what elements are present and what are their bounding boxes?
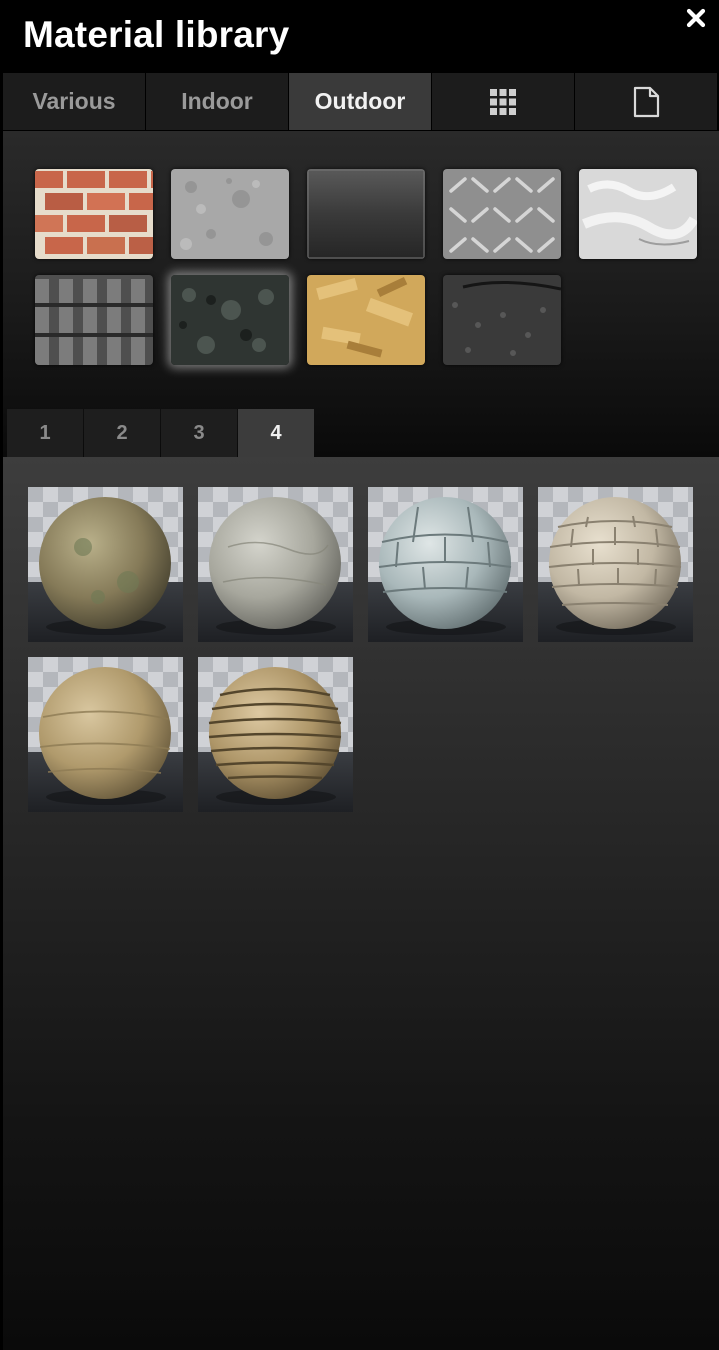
sample-mossy-stone[interactable] bbox=[28, 487, 183, 642]
material-diamond-plate[interactable] bbox=[443, 169, 561, 259]
page-tab-3[interactable]: 3 bbox=[161, 409, 237, 457]
tab-various[interactable]: Various bbox=[3, 73, 145, 130]
material-brick-wall[interactable] bbox=[35, 169, 153, 259]
sample-blue-grey-block[interactable] bbox=[368, 487, 523, 642]
material-white-plaster[interactable] bbox=[579, 169, 697, 259]
material-asphalt[interactable] bbox=[443, 275, 561, 365]
window-title: Material library bbox=[23, 14, 290, 55]
material-dark-glass[interactable] bbox=[307, 169, 425, 259]
page-tabs: 1 2 3 4 bbox=[7, 409, 315, 457]
tab-indoor[interactable]: Indoor bbox=[146, 73, 288, 130]
sample-beige-brick[interactable] bbox=[538, 487, 693, 642]
material-library-panel: Material library Various Indoor Outdoor bbox=[0, 0, 719, 1350]
close-button[interactable] bbox=[684, 6, 708, 30]
sample-grey-stone[interactable] bbox=[198, 487, 353, 642]
category-tabs: Various Indoor Outdoor bbox=[3, 73, 719, 131]
tab-grid-view[interactable] bbox=[432, 73, 574, 130]
page-tab-2[interactable]: 2 bbox=[84, 409, 160, 457]
title-bar: Material library bbox=[0, 0, 719, 72]
material-concrete[interactable] bbox=[171, 169, 289, 259]
sample-dry-stone-wall[interactable] bbox=[198, 657, 353, 812]
material-roof-tiles[interactable] bbox=[35, 275, 153, 365]
close-icon bbox=[684, 6, 708, 30]
page-tab-1[interactable]: 1 bbox=[7, 409, 83, 457]
tab-outdoor[interactable]: Outdoor bbox=[289, 73, 431, 130]
material-dark-granite[interactable] bbox=[171, 275, 289, 365]
tab-document[interactable] bbox=[575, 73, 717, 130]
material-osb-wood[interactable] bbox=[307, 275, 425, 365]
sample-sandstone[interactable] bbox=[28, 657, 183, 812]
document-icon bbox=[632, 86, 660, 118]
sample-preview-area bbox=[3, 457, 719, 1350]
page-tab-4[interactable]: 4 bbox=[238, 409, 314, 457]
grid-icon bbox=[489, 88, 517, 116]
